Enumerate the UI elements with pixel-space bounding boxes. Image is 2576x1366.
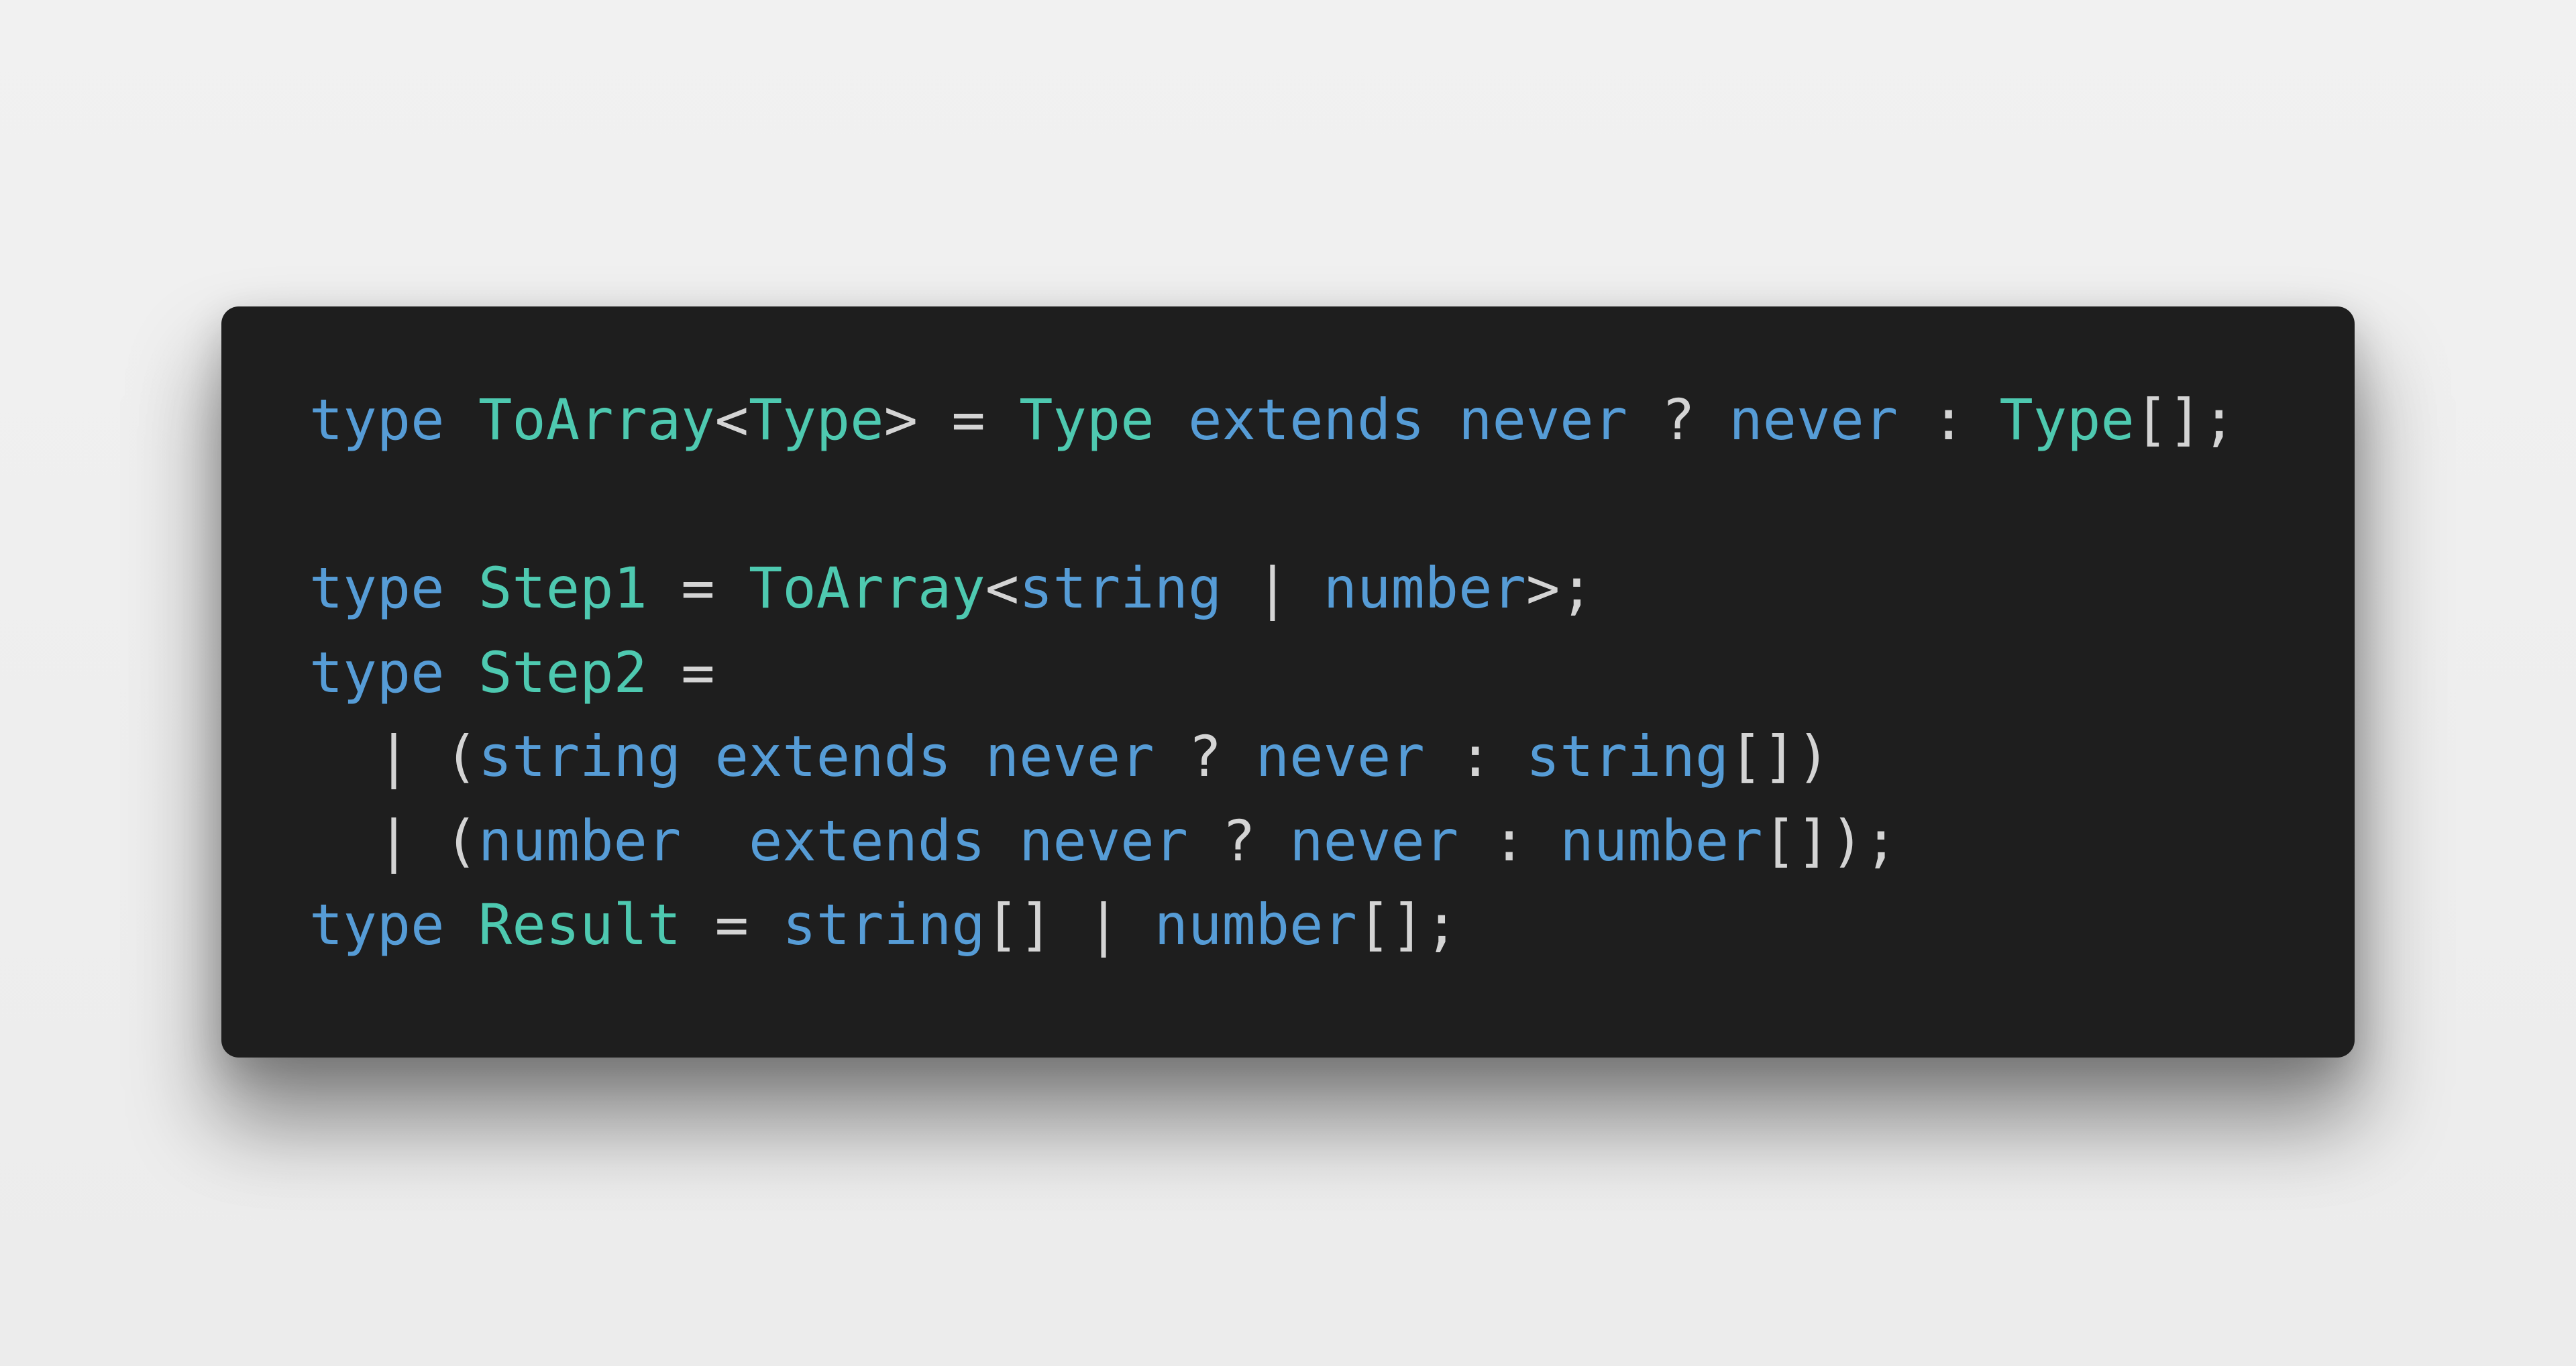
type-name-token: Step1 (478, 555, 647, 621)
punctuation-token: ? (1627, 387, 1729, 453)
punctuation-token: = (647, 555, 749, 621)
code-line: type Step2 = (309, 631, 2236, 716)
keyword-token: type (309, 387, 445, 453)
builtin-type-token: never (1729, 387, 1898, 453)
punctuation-token: = (647, 639, 715, 705)
builtin-type-token: string (478, 724, 682, 789)
punctuation-token: : (1898, 387, 2000, 453)
punctuation-token: ? (1188, 807, 1290, 874)
type-name-token: Type (1999, 387, 2135, 453)
builtin-type-token: never (1289, 807, 1459, 874)
code-line: | (string extends never ? never : string… (309, 715, 2236, 799)
punctuation-token: = (917, 387, 1020, 453)
code-block: type ToArray<Type> = Type extends never … (309, 378, 2236, 968)
builtin-type-token: string (1019, 555, 1222, 621)
code-line: | (number extends never ? never : number… (309, 799, 2236, 884)
type-name-token: Result (478, 892, 682, 958)
builtin-type-token: number (1154, 892, 1357, 958)
builtin-type-token: string (1525, 724, 1729, 789)
punctuation-token: []; (2134, 387, 2237, 453)
punctuation-token: = (681, 892, 783, 958)
builtin-type-token: number (1323, 555, 1526, 621)
builtin-type-token: never (1019, 807, 1189, 874)
keyword-token: type (309, 639, 445, 705)
punctuation-token: [] | (985, 892, 1155, 958)
punctuation-token: | (1222, 555, 1324, 621)
punctuation-token: | ( (309, 807, 478, 874)
punctuation-token: | ( (309, 724, 478, 789)
punctuation-token: < (714, 387, 749, 453)
builtin-type-token: never (1255, 724, 1425, 789)
code-line: type Step1 = ToArray<string | number>; (309, 547, 2236, 631)
type-name-token: Step2 (478, 639, 647, 705)
keyword-token: extends (714, 724, 952, 789)
keyword-token: extends (749, 807, 985, 874)
builtin-type-token: number (478, 807, 682, 874)
keyword-token: extends (1188, 387, 1425, 453)
type-name-token: Type (1019, 387, 1155, 453)
code-snippet-card: type ToArray<Type> = Type extends never … (221, 306, 2355, 1058)
builtin-type-token: never (1458, 387, 1628, 453)
punctuation-token: : (1458, 807, 1560, 874)
punctuation-token: []; (1356, 892, 1459, 958)
keyword-token: type (309, 892, 445, 958)
code-line: type ToArray<Type> = Type extends never … (309, 378, 2236, 463)
type-name-token: ToArray (749, 555, 985, 621)
type-name-token: ToArray (478, 387, 715, 453)
punctuation-token: >; (1525, 555, 1594, 621)
type-name-token: Type (749, 387, 884, 453)
builtin-type-token: never (985, 724, 1155, 789)
punctuation-token: < (985, 555, 1020, 621)
punctuation-token: > (883, 387, 918, 453)
punctuation-token: ? (1154, 724, 1256, 789)
punctuation-token: : (1424, 724, 1526, 789)
punctuation-token: []) (1729, 724, 1831, 789)
code-line: type Result = string[] | number[]; (309, 883, 2236, 968)
keyword-token: type (309, 555, 445, 621)
builtin-type-token: string (782, 892, 985, 958)
punctuation-token: []); (1762, 807, 1898, 874)
builtin-type-token: number (1560, 807, 1763, 874)
